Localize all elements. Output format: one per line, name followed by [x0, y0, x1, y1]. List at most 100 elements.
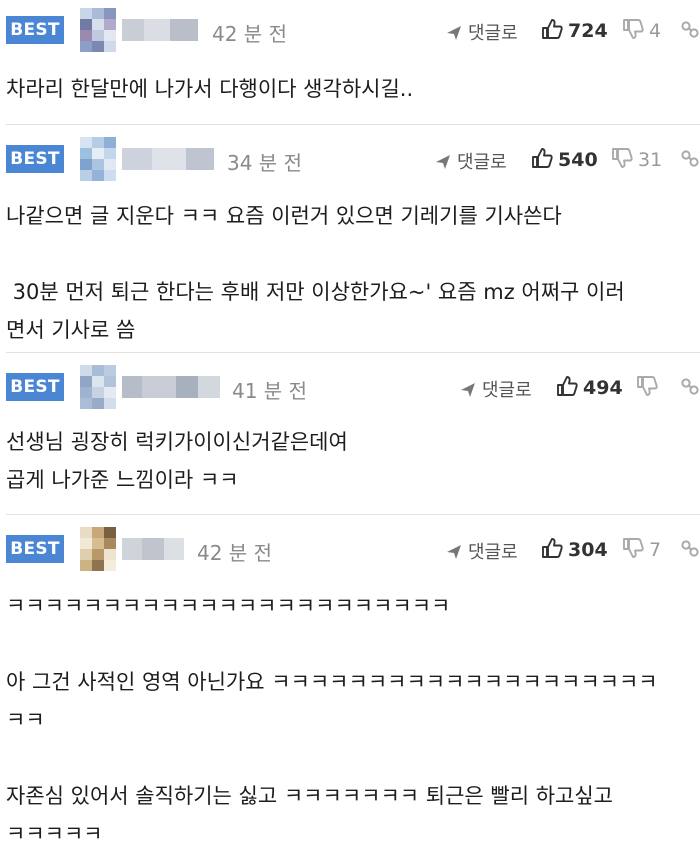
- like-button[interactable]: 724: [541, 18, 608, 42]
- avatar-pixel: [104, 8, 116, 19]
- comment-body: 선생님 굉장히 럭키가이이신거같은데여 곱게 나가준 느낌이라 ㅋㅋ: [6, 430, 348, 492]
- thumbs-up-icon: [542, 538, 563, 558]
- reply-button[interactable]: 댓글로: [446, 19, 518, 45]
- comment-body: 차라리 한달만에 나가서 다행이다 생각하시길..: [6, 77, 414, 101]
- reply-button[interactable]: 댓글로: [460, 376, 532, 402]
- reply-arrow-icon: [436, 155, 450, 169]
- like-button[interactable]: 540: [531, 147, 598, 171]
- comment-body: 나같으면 글 지운다 ㅋㅋ 요즘 이런거 있으면 기레기를 기사쓴다 30분 먼…: [6, 204, 625, 342]
- dislike-count: 31: [638, 149, 663, 171]
- avatar-pixel: [92, 538, 104, 549]
- avatar-pixel: [92, 137, 104, 148]
- avatar-pixel: [104, 30, 116, 41]
- comment-item: BEST 41 분 전 댓글로 494 선생님 굉장히 럭키가이이신거같은데여 …: [0, 353, 700, 515]
- dislike-button[interactable]: 7: [622, 537, 661, 561]
- share-link-icon[interactable]: [680, 376, 700, 398]
- avatar-pixel: [80, 549, 92, 560]
- avatar-pixel: [104, 549, 116, 560]
- avatar-pixel: [92, 41, 104, 52]
- nickname-blurred[interactable]: [122, 148, 214, 170]
- avatar[interactable]: [80, 527, 116, 571]
- avatar-pixel: [80, 365, 92, 376]
- best-badge: BEST: [6, 16, 64, 44]
- avatar-pixel: [104, 159, 116, 170]
- dislike-count: 7: [649, 539, 662, 561]
- avatar-pixel: [104, 376, 116, 387]
- comment-meta: BEST 34 분 전 댓글로 540 31: [0, 137, 700, 181]
- nickname-blurred[interactable]: [122, 538, 184, 560]
- comment-item: BEST 42 분 전 댓글로 304 7 ㅋㅋㅋㅋㅋㅋㅋㅋㅋㅋㅋㅋㅋㅋㅋㅋㅋㅋ…: [0, 515, 700, 846]
- avatar-pixel: [80, 137, 92, 148]
- thumbs-up-icon: [557, 376, 578, 396]
- like-count: 724: [568, 20, 608, 42]
- nickname-blurred[interactable]: [122, 19, 198, 41]
- comment-time: 41 분 전: [232, 379, 307, 403]
- best-badge: BEST: [6, 535, 64, 563]
- thumbs-up-icon: [542, 19, 563, 39]
- nickname-blurred[interactable]: [122, 376, 220, 398]
- reply-label: 댓글로: [482, 380, 532, 401]
- avatar-pixel: [92, 398, 104, 409]
- avatar-pixel: [80, 170, 92, 181]
- avatar[interactable]: [80, 8, 116, 52]
- avatar-pixel: [92, 30, 104, 41]
- thumbs-down-icon: [637, 376, 658, 396]
- thumbs-down-icon: [612, 148, 633, 168]
- best-badge: BEST: [6, 145, 64, 173]
- avatar-pixel: [80, 560, 92, 571]
- avatar-pixel: [104, 365, 116, 376]
- avatar-pixel: [104, 19, 116, 30]
- comment-item: BEST 34 분 전 댓글로 540 31 나같으면 글 지운다 ㅋㅋ 요즘 …: [0, 125, 700, 353]
- avatar-pixel: [104, 538, 116, 549]
- like-button[interactable]: 494: [556, 375, 623, 399]
- avatar-pixel: [92, 376, 104, 387]
- avatar-pixel: [80, 8, 92, 19]
- thumbs-up-icon: [532, 148, 553, 168]
- avatar-pixel: [92, 365, 104, 376]
- avatar-pixel: [80, 41, 92, 52]
- like-button[interactable]: 304: [541, 537, 608, 561]
- avatar-pixel: [80, 159, 92, 170]
- reply-label: 댓글로: [457, 152, 507, 173]
- avatar-pixel: [104, 387, 116, 398]
- avatar[interactable]: [80, 137, 116, 181]
- avatar-pixel: [104, 170, 116, 181]
- avatar-pixel: [92, 159, 104, 170]
- reply-label: 댓글로: [468, 23, 518, 44]
- avatar-pixel: [104, 41, 116, 52]
- avatar-pixel: [92, 560, 104, 571]
- share-link-icon[interactable]: [680, 148, 700, 170]
- avatar-pixel: [92, 148, 104, 159]
- share-link-icon[interactable]: [680, 19, 700, 41]
- reply-label: 댓글로: [468, 542, 518, 563]
- avatar-pixel: [80, 19, 92, 30]
- comment-time: 42 분 전: [212, 22, 287, 46]
- reply-button[interactable]: 댓글로: [446, 538, 518, 564]
- comment-meta: BEST 41 분 전 댓글로 494: [0, 365, 700, 409]
- reply-arrow-icon: [461, 383, 475, 397]
- dislike-button[interactable]: 4: [622, 18, 661, 42]
- dislike-button[interactable]: [636, 375, 663, 399]
- like-count: 494: [583, 377, 623, 399]
- reply-arrow-icon: [447, 545, 461, 559]
- avatar[interactable]: [80, 365, 116, 409]
- avatar-pixel: [92, 19, 104, 30]
- reply-arrow-icon: [447, 26, 461, 40]
- avatar-pixel: [80, 398, 92, 409]
- dislike-button[interactable]: 31: [611, 147, 662, 171]
- comment-time: 42 분 전: [197, 541, 272, 565]
- thumbs-down-icon: [623, 538, 644, 558]
- thumbs-down-icon: [623, 19, 644, 39]
- reply-button[interactable]: 댓글로: [435, 148, 507, 174]
- dislike-count: 4: [649, 20, 662, 42]
- avatar-pixel: [92, 387, 104, 398]
- avatar-pixel: [92, 549, 104, 560]
- avatar-pixel: [80, 538, 92, 549]
- avatar-pixel: [92, 8, 104, 19]
- avatar-pixel: [80, 387, 92, 398]
- avatar-pixel: [104, 137, 116, 148]
- share-link-icon[interactable]: [680, 538, 700, 560]
- comment-item: BEST 42 분 전 댓글로 724 4 차라리 한달만에 나가서 다행이다 …: [0, 0, 700, 125]
- avatar-pixel: [80, 30, 92, 41]
- comment-meta: BEST 42 분 전 댓글로 724 4: [0, 8, 700, 52]
